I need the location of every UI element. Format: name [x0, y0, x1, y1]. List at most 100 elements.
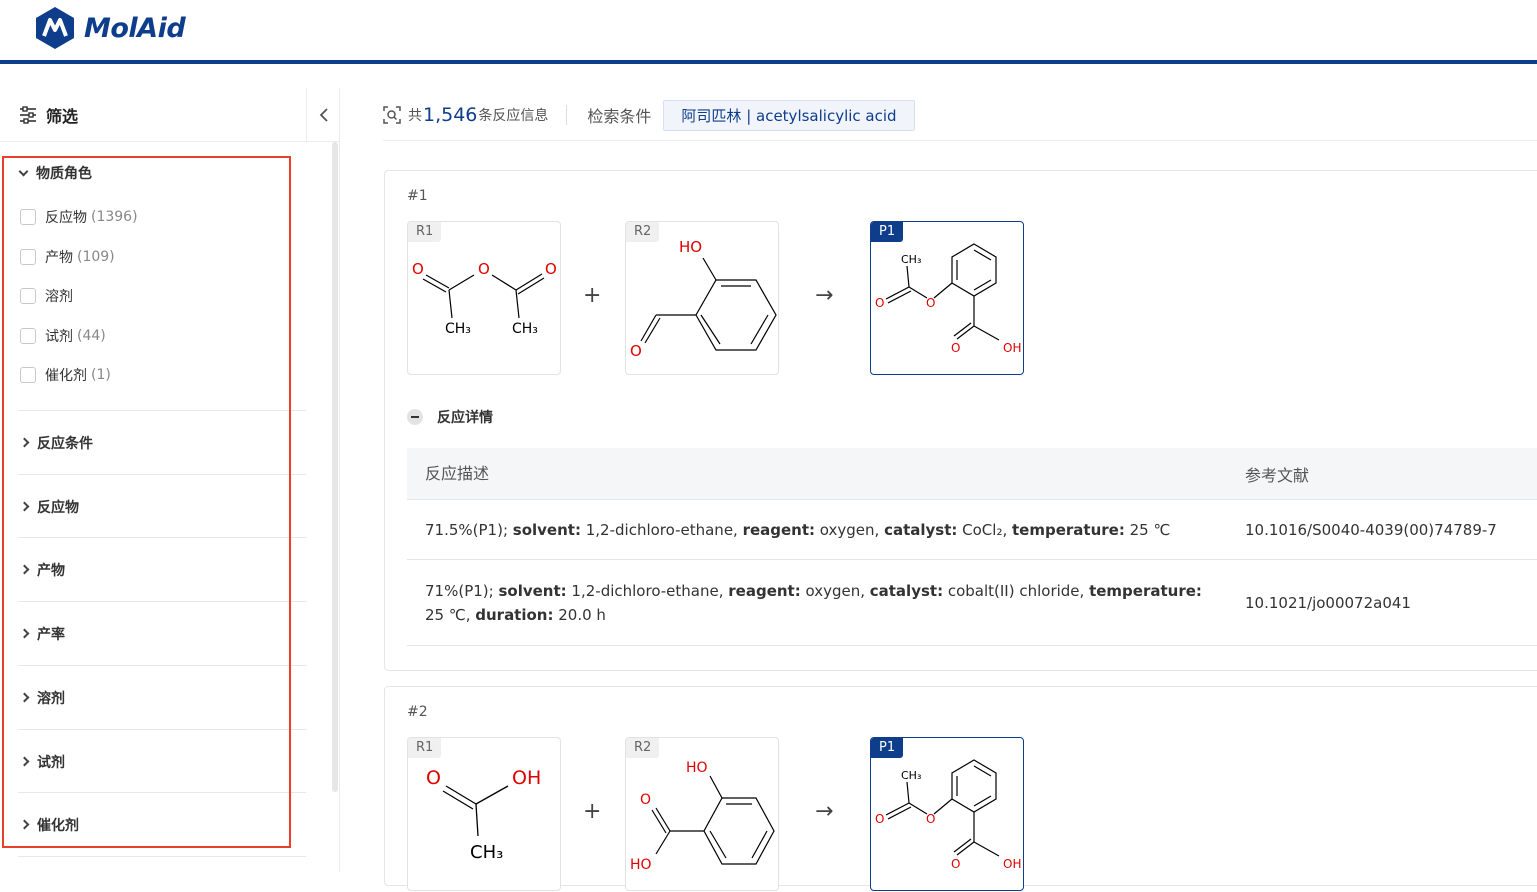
reactant-structure[interactable]: O OH CH₃ R1 — [407, 737, 561, 891]
reactant-tag: R1 — [408, 222, 442, 242]
role-section-title: 物质角色 — [36, 166, 92, 182]
summary-prefix: 共 — [408, 108, 422, 124]
role-option-reactant[interactable]: 反应物 (1396) — [20, 207, 138, 227]
hydroxyl-label: HO — [679, 238, 702, 256]
role-section-toggle[interactable]: 物质角色 — [18, 163, 92, 183]
checkbox[interactable] — [20, 367, 36, 383]
molaid-logo-icon — [36, 7, 74, 49]
oxygen-label: O — [875, 296, 884, 310]
filter-section-label: 产率 — [37, 626, 65, 643]
oxygen-label: O — [875, 812, 884, 826]
reaction-details-toggle[interactable]: 反应详情 — [407, 407, 493, 427]
collapse-minus-icon — [407, 409, 423, 425]
reactant-structure[interactable]: O O O CH₃ CH₃ R1 — [407, 221, 561, 375]
top-bar: MolAid — [0, 0, 1537, 64]
hydroxyl-label: OH — [1003, 857, 1021, 871]
filter-section-products[interactable]: 产物 — [18, 537, 306, 601]
methyl-label: CH₃ — [470, 842, 503, 863]
product-tag: P1 — [871, 738, 904, 758]
filter-header: 筛选 — [0, 88, 306, 142]
hydroxyl-label: OH — [512, 767, 541, 789]
methyl-label: CH₃ — [445, 321, 471, 337]
oxygen-label: O — [926, 812, 935, 826]
checkbox[interactable] — [20, 209, 36, 225]
role-option-label: 催化剂 — [45, 368, 87, 384]
reactant-tag: R2 — [626, 222, 660, 242]
chevron-left-icon — [319, 107, 328, 122]
acetic-anhydride-structure: O O O CH₃ CH₃ — [412, 260, 557, 337]
filter-sliders-icon — [20, 105, 36, 124]
divider — [383, 140, 1537, 141]
filter-section-label: 反应物 — [37, 499, 79, 516]
filter-title: 筛选 — [46, 106, 79, 126]
role-option-catalyst[interactable]: 催化剂 (1) — [20, 365, 111, 385]
acetic-acid-structure: O OH CH₃ — [426, 767, 541, 863]
reaction-arrow: → — [815, 799, 834, 824]
filter-section-label: 溶剂 — [37, 690, 65, 707]
role-option-count: (1) — [91, 367, 111, 383]
role-option-label: 产物 — [45, 250, 73, 266]
collapse-sidebar-button[interactable] — [306, 88, 340, 142]
oxygen-label: O — [951, 341, 960, 355]
column-header-reference: 参考文献 — [1245, 465, 1310, 485]
checkbox[interactable] — [20, 288, 36, 304]
oxygen-label: O — [951, 857, 960, 871]
filter-section-catalyst[interactable]: 催化剂 — [18, 792, 306, 856]
product-structure[interactable]: CH₃ O O O OH P1 — [870, 221, 1024, 375]
filter-section-label: 试剂 — [37, 754, 65, 771]
filter-section-reactants[interactable]: 反应物 — [18, 474, 306, 538]
table-row: 71%(P1); solvent: 1,2-dichloro-ethane, r… — [407, 560, 1537, 646]
hydroxyl-label: HO — [630, 857, 652, 873]
reaction-card: #2 O OH CH₃ R1 + HO O HO R2 → CH₃ O O O … — [384, 686, 1537, 891]
logo[interactable]: MolAid — [34, 6, 186, 50]
reference-doi-link[interactable]: 10.1016/S0040-4039(00)74789-7 — [1245, 521, 1537, 539]
filter-section-yield[interactable]: 产率 — [18, 601, 306, 665]
filter-section-reagent[interactable]: 试剂 — [18, 729, 306, 793]
summary-suffix: 条反应信息 — [478, 108, 549, 124]
filter-section-conditions[interactable]: 反应条件 — [18, 410, 306, 474]
role-option-product[interactable]: 产物 (109) — [20, 247, 115, 267]
scan-search-icon — [383, 106, 401, 124]
aspirin-structure: CH₃ O O O OH — [875, 759, 1021, 871]
chevron-down-icon — [18, 166, 29, 176]
hydroxyl-label: HO — [686, 760, 708, 776]
chevron-right-icon — [19, 692, 30, 703]
role-option-reagent[interactable]: 试剂 (44) — [20, 326, 106, 346]
reaction-arrow: → — [815, 283, 834, 308]
salicylic-acid-structure: HO O HO — [630, 760, 775, 873]
filter-section-label: 产物 — [37, 562, 65, 579]
chevron-right-icon — [19, 756, 30, 767]
methyl-label: CH₃ — [901, 769, 921, 782]
reference-doi-link[interactable]: 10.1021/jo00072a041 — [1245, 594, 1537, 612]
plus-sign: + — [583, 283, 602, 308]
role-option-label: 溶剂 — [45, 289, 73, 305]
reactant-tag: R2 — [626, 738, 660, 758]
table-row: 71.5%(P1); solvent: 1,2-dichloro-ethane,… — [407, 500, 1537, 560]
product-structure[interactable]: CH₃ O O O OH P1 — [870, 737, 1024, 891]
oxygen-label: O — [640, 792, 651, 808]
chevron-right-icon — [19, 564, 30, 575]
results-summary: 共 1,546 条反应信息 检索条件 阿司匹林 | acetylsalicyli… — [383, 99, 915, 131]
reaction-description: 71%(P1); solvent: 1,2-dichloro-ethane, r… — [425, 581, 1202, 624]
chevron-right-icon — [19, 501, 30, 512]
reactant-structure[interactable]: HO O R2 — [625, 221, 779, 375]
oxygen-label: O — [630, 342, 642, 360]
search-query-tag[interactable]: 阿司匹林 | acetylsalicylic acid — [663, 99, 915, 131]
hydroxyl-label: OH — [1003, 341, 1021, 355]
sidebar-scrollbar[interactable] — [332, 142, 338, 792]
divider — [566, 105, 568, 125]
role-option-count: (1396) — [91, 209, 138, 225]
reactant-structure[interactable]: HO O HO R2 — [625, 737, 779, 891]
filter-section-label: 反应条件 — [37, 435, 93, 452]
filter-section-solvent[interactable]: 溶剂 — [18, 665, 306, 729]
salicylaldehyde-structure: HO O — [630, 238, 777, 360]
role-option-count: (109) — [77, 249, 115, 265]
search-condition-label: 检索条件 — [587, 107, 652, 126]
oxygen-label: O — [545, 260, 557, 278]
chevron-right-icon — [19, 437, 30, 448]
result-count: 1,546 — [423, 104, 478, 126]
role-option-solvent[interactable]: 溶剂 — [20, 286, 77, 306]
checkbox[interactable] — [20, 328, 36, 344]
oxygen-label: O — [426, 767, 441, 789]
checkbox[interactable] — [20, 249, 36, 265]
